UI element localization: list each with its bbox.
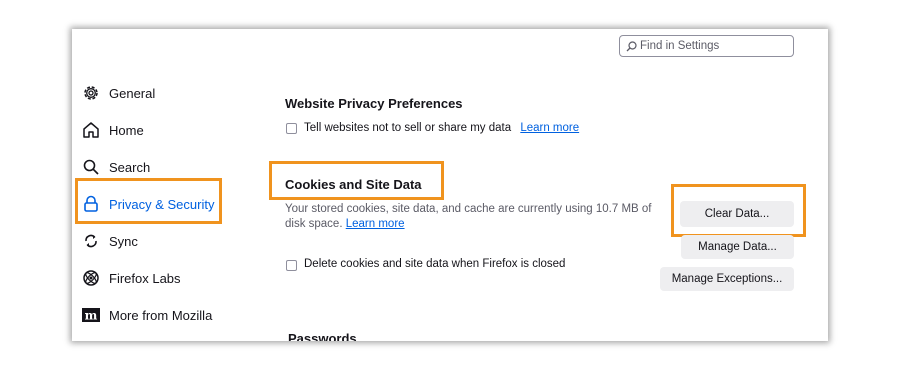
cookies-description-line2: disk space. Learn more (285, 218, 405, 230)
svg-text:m: m (85, 309, 98, 323)
delete-cookies-label: Delete cookies and site data when Firefo… (304, 258, 566, 270)
highlight-privacy-security (75, 178, 222, 224)
delete-cookies-checkbox[interactable] (286, 260, 297, 271)
sidebar-item-label: Sync (109, 233, 138, 249)
cookies-description-text: disk space. (285, 218, 343, 230)
dont-sell-data-checkbox[interactable] (286, 123, 297, 134)
cookies-learn-more-link[interactable]: Learn more (346, 218, 405, 230)
flask-icon (82, 269, 100, 287)
sidebar-item-label: Home (109, 122, 144, 138)
search-box[interactable] (619, 35, 794, 57)
sidebar-item-label: Firefox Labs (109, 270, 181, 286)
dont-sell-data-label: Tell websites not to sell or share my da… (304, 122, 512, 134)
manage-exceptions-button[interactable]: Manage Exceptions... (660, 267, 794, 291)
website-privacy-heading: Website Privacy Preferences (285, 96, 463, 111)
dont-sell-data-row: Tell websites not to sell or share my da… (304, 122, 579, 134)
cookies-heading: Cookies and Site Data (285, 177, 422, 192)
sidebar-item-label: More from Mozilla (109, 307, 213, 323)
sidebar-item-home[interactable]: Home (82, 119, 144, 141)
sync-icon (82, 232, 100, 250)
gear-icon (82, 84, 100, 102)
sidebar-item-sync[interactable]: Sync (82, 230, 138, 252)
sidebar-item-more-from-mozilla[interactable]: m More from Mozilla (82, 304, 212, 326)
home-icon (82, 121, 100, 139)
sidebar-item-label: General (109, 85, 156, 101)
highlight-clear-data (671, 184, 806, 237)
manage-data-button[interactable]: Manage Data... (681, 235, 794, 259)
sidebar-item-general[interactable]: General (82, 82, 155, 104)
settings-window: General Home Search Privacy & Security S… (72, 29, 828, 341)
sidebar-item-firefox-labs[interactable]: Firefox Labs (82, 267, 181, 289)
passwords-heading: Passwords (288, 331, 357, 341)
sidebar-item-label: Search (109, 159, 151, 175)
sidebar-item-search[interactable]: Search (82, 156, 150, 178)
search-input[interactable] (640, 37, 790, 55)
search-icon (626, 41, 637, 52)
learn-more-link[interactable]: Learn more (520, 122, 579, 134)
mozilla-m-icon: m (82, 306, 100, 324)
search-icon (82, 158, 100, 176)
cookies-description-line1: Your stored cookies, site data, and cach… (285, 203, 652, 215)
